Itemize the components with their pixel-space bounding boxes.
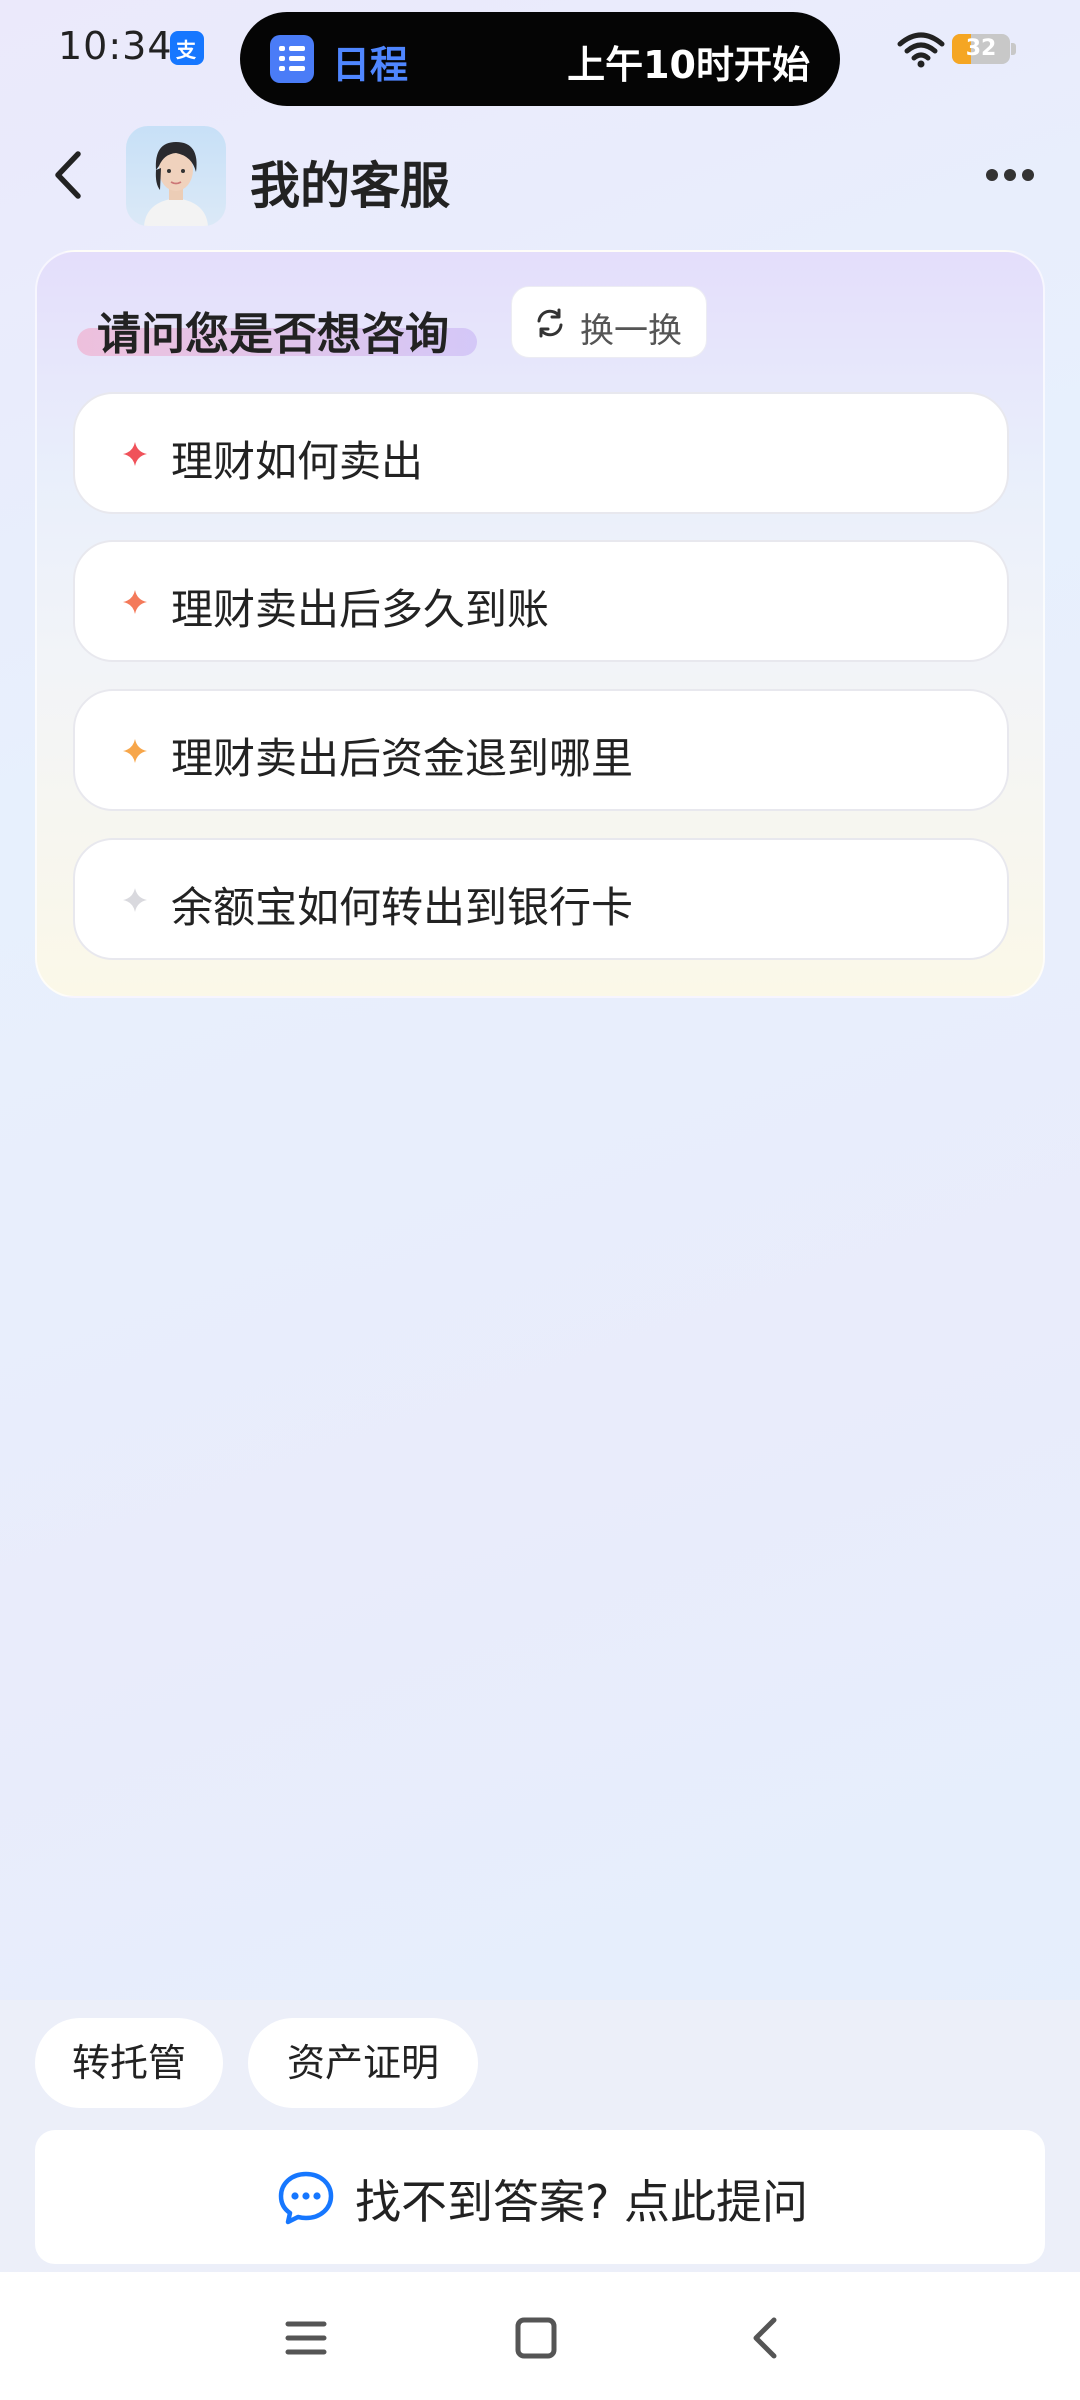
quick-action-label: 资产证明	[286, 2041, 439, 2085]
suggestion-label: 理财如何卖出	[171, 437, 424, 486]
home-square-icon[interactable]	[506, 2308, 566, 2368]
battery-level: 32	[965, 36, 997, 61]
refresh-label: 换一换	[580, 311, 682, 351]
agent-avatar-icon	[144, 142, 208, 226]
diamond-icon	[123, 590, 147, 614]
quick-action-asset-proof[interactable]: 资产证明	[248, 2018, 478, 2108]
back-button[interactable]	[40, 140, 100, 210]
suggestion-item[interactable]: 余额宝如何转出到银行卡	[73, 838, 1009, 960]
battery-icon: 32	[952, 34, 1016, 64]
suggestion-item[interactable]: 理财卖出后多久到账	[73, 540, 1009, 662]
system-nav-bar	[0, 2272, 1080, 2400]
suggestion-label: 理财卖出后资金退到哪里	[171, 734, 634, 783]
chat-bubble-icon	[278, 2171, 334, 2225]
diamond-icon	[123, 739, 147, 763]
card-title: 请问您是否想咨询	[97, 309, 449, 360]
suggestion-label: 理财卖出后多久到账	[171, 585, 550, 634]
calendar-list-icon	[270, 35, 314, 83]
dynamic-island-schedule[interactable]: 日程 上午10时开始	[240, 12, 840, 106]
refresh-icon	[537, 308, 563, 338]
suggestion-card: 请问您是否想咨询 换一换 理财如何卖出 理财卖出后多久到账 理财卖出后资金退到哪…	[35, 250, 1045, 998]
alipay-icon: 支	[170, 31, 204, 65]
menu-icon[interactable]	[276, 2308, 336, 2368]
wifi-icon	[897, 32, 945, 68]
quick-action-transfer-custody[interactable]: 转托管	[35, 2018, 223, 2108]
ask-question-button[interactable]: 找不到答案? 点此提问	[35, 2130, 1045, 2264]
status-bar: 10:34 支 日程 上午10时开始 32	[0, 0, 1080, 110]
diamond-icon	[123, 888, 147, 912]
island-text: 上午10时开始	[567, 43, 810, 87]
island-label: 日程	[332, 43, 409, 87]
more-button[interactable]	[980, 160, 1040, 190]
back-triangle-icon[interactable]	[736, 2308, 796, 2368]
suggestion-label: 余额宝如何转出到银行卡	[171, 883, 634, 932]
page-title: 我的客服	[250, 157, 450, 215]
ask-label: 找不到答案? 点此提问	[355, 2175, 809, 2229]
more-dots-icon	[986, 169, 998, 181]
status-time: 10:34	[58, 24, 173, 68]
diamond-icon	[123, 442, 147, 466]
suggestion-item[interactable]: 理财如何卖出	[73, 392, 1009, 514]
refresh-button[interactable]: 换一换	[511, 286, 707, 358]
card-header: 请问您是否想咨询	[77, 298, 477, 360]
suggestion-item[interactable]: 理财卖出后资金退到哪里	[73, 689, 1009, 811]
avatar[interactable]	[126, 126, 226, 226]
quick-action-label: 转托管	[71, 2041, 186, 2085]
